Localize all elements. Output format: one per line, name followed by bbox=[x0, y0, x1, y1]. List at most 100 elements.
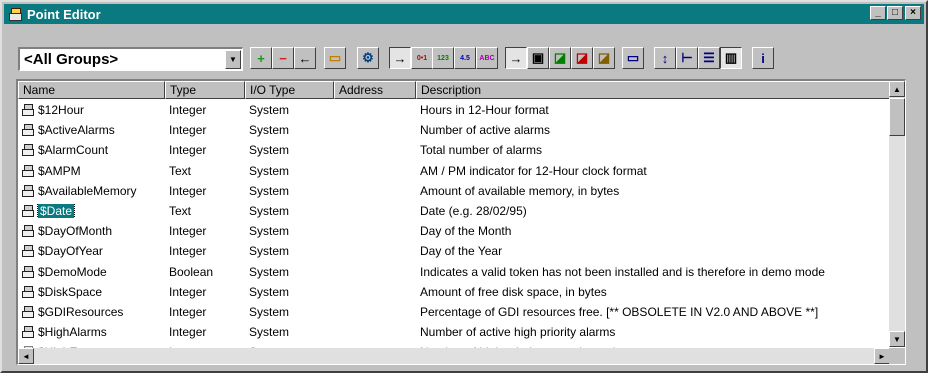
plus-icon: + bbox=[257, 50, 265, 66]
system-point-icon bbox=[22, 205, 34, 218]
cell-io-type: System bbox=[249, 244, 290, 259]
add-point-button[interactable]: + bbox=[250, 47, 272, 69]
arrow-right-icon: → bbox=[509, 50, 523, 66]
cell-name[interactable]: $12Hour bbox=[18, 103, 165, 117]
delete-point-button[interactable]: − bbox=[272, 47, 294, 69]
point-name: $DemoMode bbox=[38, 264, 107, 279]
details-view-icon: ▥ bbox=[724, 50, 738, 65]
tag-button[interactable]: ▭ bbox=[324, 47, 346, 69]
cell-type: Integer bbox=[169, 103, 207, 118]
arrow-mode-2-button[interactable]: → bbox=[505, 47, 527, 69]
title-bar[interactable]: Point Editor _ □ × bbox=[4, 4, 924, 24]
size-grip[interactable] bbox=[889, 348, 905, 364]
sort-button[interactable]: ↕ bbox=[654, 47, 676, 69]
arrow-mode-button[interactable]: → bbox=[389, 47, 411, 69]
cell-description: Hours in 12-Hour format bbox=[420, 103, 549, 118]
scroll-left-button[interactable]: ◄ bbox=[18, 348, 34, 364]
horizontal-scrollbar[interactable]: ◄ ► bbox=[18, 348, 890, 364]
scroll-thumb[interactable] bbox=[889, 98, 905, 136]
table-row[interactable]: $Date Text System Date (e.g. 28/02/95) bbox=[18, 201, 890, 221]
cell-name[interactable]: $ActiveAlarms bbox=[18, 123, 165, 137]
table-row[interactable]: $AvailableMemory Integer System Amount of a… bbox=[18, 181, 890, 201]
cell-io-type: System bbox=[249, 204, 290, 219]
cell-type: Text bbox=[169, 163, 192, 178]
cell-name[interactable]: $DiskSpace bbox=[18, 285, 165, 299]
column-header-io-type[interactable]: I/O Type bbox=[245, 81, 334, 99]
system-point-icon bbox=[22, 144, 34, 157]
cell-io-type: System bbox=[249, 304, 290, 319]
minimize-button[interactable]: _ bbox=[870, 6, 886, 20]
scroll-right-button[interactable]: ► bbox=[874, 348, 890, 364]
scroll-down-button[interactable]: ▼ bbox=[889, 331, 905, 347]
cell-name[interactable]: $DayOfMonth bbox=[18, 224, 165, 238]
system-point-icon bbox=[22, 164, 34, 177]
io-filter-3-button[interactable]: ◪ bbox=[593, 47, 615, 69]
column-header-name[interactable]: Name bbox=[18, 81, 165, 99]
list-view-button[interactable]: ☰ bbox=[698, 47, 720, 69]
vertical-scrollbar[interactable]: ▲ ▼ bbox=[889, 81, 905, 347]
arrow-down-icon: ▼ bbox=[893, 334, 901, 344]
scroll-up-button[interactable]: ▲ bbox=[889, 81, 905, 97]
cell-name[interactable]: $Date bbox=[18, 204, 165, 219]
text-filter-button[interactable]: ABC bbox=[476, 47, 498, 69]
table-row[interactable]: $12Hour Integer System Hours in 12-Hour for… bbox=[18, 100, 890, 120]
info-button[interactable]: i bbox=[752, 47, 774, 69]
cell-name[interactable]: $GDIResources bbox=[18, 305, 165, 319]
arrow-left-small-icon: ◄ bbox=[22, 351, 30, 361]
list-view-icon: ☰ bbox=[703, 50, 715, 65]
cell-type: Integer bbox=[169, 183, 207, 198]
grid-rows: $12Hour Integer System Hours in 12-Hour for… bbox=[18, 100, 890, 362]
io-filter-2-button[interactable]: ◪ bbox=[571, 47, 593, 69]
window-view-button[interactable]: ▭ bbox=[622, 47, 644, 69]
system-point-icon bbox=[22, 245, 34, 258]
table-row[interactable]: $DiskSpace Integer System Amount of free di… bbox=[18, 282, 890, 302]
table-row[interactable]: $DayOfYear Integer System Day of the Year bbox=[18, 241, 890, 261]
io-point-icon: ◪ bbox=[553, 50, 567, 65]
cell-name[interactable]: $AvailableMemory bbox=[18, 184, 165, 198]
table-row[interactable]: $ActiveAlarms Integer System Number of acti… bbox=[18, 120, 890, 140]
minus-icon: − bbox=[279, 50, 287, 66]
cell-type: Integer bbox=[169, 123, 207, 138]
real-filter-button[interactable]: 4.5 bbox=[454, 47, 476, 69]
back-button[interactable]: ← bbox=[294, 47, 316, 69]
system-point-icon bbox=[22, 124, 34, 137]
integer-filter-button[interactable]: 123 bbox=[432, 47, 454, 69]
table-row[interactable]: $DayOfMonth Integer System Day of the Month bbox=[18, 221, 890, 241]
cell-description: Percentage of GDI resources free. [** OB… bbox=[420, 304, 819, 319]
column-header-address[interactable]: Address bbox=[334, 81, 416, 99]
minimize-icon: _ bbox=[875, 7, 881, 18]
tag-icon: ▭ bbox=[328, 50, 342, 65]
toolbar: <All Groups> ▼ + − ← ▭ ⚙ → 0•1 123 4.5 ABC → ▣ ◪ ◪ ◪ ▭ ↕… bbox=[4, 26, 924, 76]
cell-io-type: System bbox=[249, 264, 290, 279]
details-view-button[interactable]: ▥ bbox=[720, 47, 742, 69]
window-icon: ▭ bbox=[626, 50, 640, 65]
column-header-type[interactable]: Type bbox=[165, 81, 245, 99]
cell-io-type: System bbox=[249, 183, 290, 198]
table-row[interactable]: $DemoMode Boolean System Indicates a valid … bbox=[18, 262, 890, 282]
close-button[interactable]: × bbox=[905, 6, 921, 20]
table-row[interactable]: $AlarmCount Integer System Total number of … bbox=[18, 140, 890, 160]
column-header-description[interactable]: Description bbox=[416, 81, 890, 99]
system-point-icon bbox=[22, 184, 34, 197]
properties-button[interactable]: ⚙ bbox=[357, 47, 379, 69]
point-name: $GDIResources bbox=[38, 304, 124, 319]
system-filter-button[interactable]: ▣ bbox=[527, 47, 549, 69]
cell-name[interactable]: $AMPM bbox=[18, 164, 165, 178]
boolean-filter-button[interactable]: 0•1 bbox=[411, 47, 433, 69]
cell-name[interactable]: $HighAlarms bbox=[18, 325, 165, 339]
cell-name[interactable]: $DemoMode bbox=[18, 265, 165, 279]
point-name: $Date bbox=[36, 204, 76, 219]
arrow-left-icon: ← bbox=[298, 50, 312, 66]
point-name: $AlarmCount bbox=[38, 143, 109, 158]
tree-view-button[interactable]: ⊢ bbox=[676, 47, 698, 69]
cell-name[interactable]: $DayOfYear bbox=[18, 244, 165, 258]
cell-name[interactable]: $AlarmCount bbox=[18, 143, 165, 157]
chevron-down-icon[interactable]: ▼ bbox=[225, 50, 241, 69]
maximize-button[interactable]: □ bbox=[887, 6, 903, 20]
group-select[interactable]: <All Groups> ▼ bbox=[18, 47, 243, 71]
io-filter-1-button[interactable]: ◪ bbox=[549, 47, 571, 69]
table-row[interactable]: $GDIResources Integer System Percentage of … bbox=[18, 302, 890, 322]
maximize-icon: □ bbox=[891, 7, 899, 18]
table-row[interactable]: $HighAlarms Integer System Number of active… bbox=[18, 322, 890, 342]
table-row[interactable]: $AMPM Text System AM / PM indicator for 12-… bbox=[18, 161, 890, 181]
